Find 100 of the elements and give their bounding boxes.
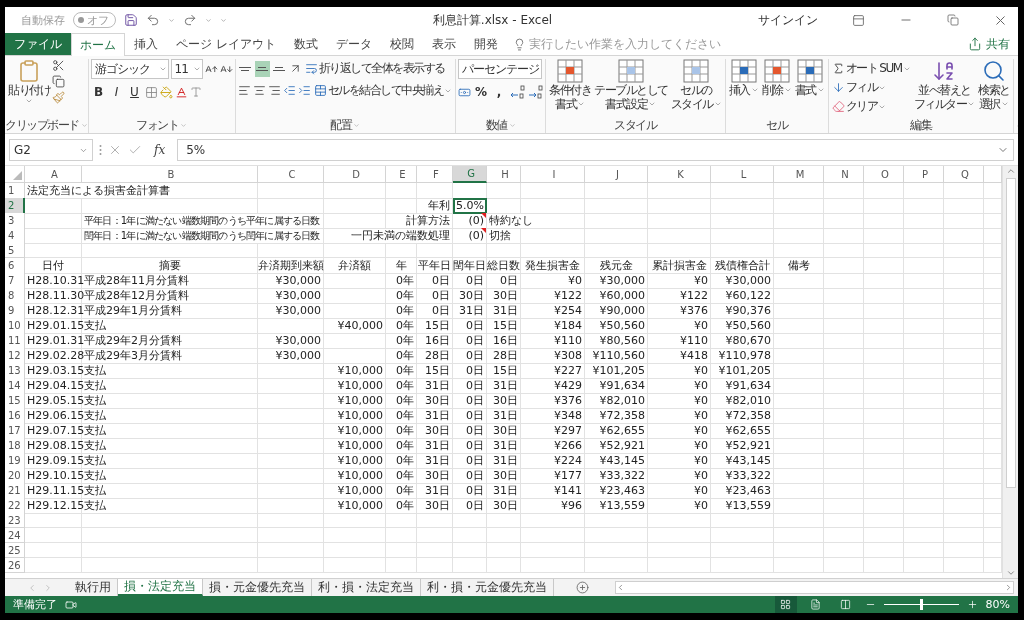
empty-cell[interactable]	[824, 273, 864, 289]
row-header[interactable]: 22	[5, 498, 25, 514]
empty-cell[interactable]	[824, 513, 864, 528]
empty-cell[interactable]	[487, 243, 521, 258]
empty-cell[interactable]	[944, 528, 984, 543]
empty-cell[interactable]	[386, 243, 417, 258]
empty-cell[interactable]	[774, 243, 824, 258]
empty-cell[interactable]	[386, 198, 417, 214]
empty-cell[interactable]	[258, 393, 324, 409]
empty-cell[interactable]	[904, 378, 944, 394]
empty-cell[interactable]	[864, 288, 904, 304]
empty-cell[interactable]	[944, 303, 984, 319]
empty-cell[interactable]	[774, 453, 824, 469]
row-header[interactable]: 5	[5, 243, 25, 258]
empty-cell[interactable]	[774, 393, 824, 409]
row-header[interactable]: 20	[5, 468, 25, 484]
empty-cell[interactable]	[324, 348, 386, 364]
empty-cell[interactable]	[774, 303, 824, 319]
row-header[interactable]: 26	[5, 558, 25, 573]
number-style-button[interactable]: %	[473, 82, 489, 102]
column-header[interactable]: P	[904, 166, 944, 183]
row-header[interactable]: 10	[5, 318, 25, 334]
empty-cell[interactable]	[521, 543, 585, 558]
empty-cell[interactable]	[82, 198, 258, 214]
redo-icon[interactable]	[183, 13, 197, 27]
empty-cell[interactable]	[774, 273, 824, 289]
empty-cell[interactable]	[585, 228, 648, 244]
row-header[interactable]: 17	[5, 423, 25, 439]
empty-cell[interactable]	[944, 408, 984, 424]
empty-cell[interactable]	[648, 513, 711, 528]
dialog-launcher-icon[interactable]	[180, 122, 187, 129]
empty-cell[interactable]	[648, 213, 711, 229]
sign-in-link[interactable]: サインイン	[758, 11, 818, 29]
copy-icon[interactable]	[52, 75, 65, 88]
empty-cell[interactable]	[648, 558, 711, 573]
empty-cell[interactable]	[648, 228, 711, 244]
macro-record-icon[interactable]	[65, 598, 77, 611]
empty-cell[interactable]	[453, 528, 487, 543]
empty-cell[interactable]	[774, 498, 824, 514]
editing-command[interactable]: クリア	[830, 97, 912, 116]
empty-cell[interactable]	[774, 213, 824, 229]
ribbon-tab[interactable]: ホーム	[71, 33, 125, 56]
row-header[interactable]: 3	[5, 213, 25, 229]
empty-cell[interactable]	[864, 528, 904, 543]
empty-cell[interactable]	[824, 408, 864, 424]
empty-cell[interactable]	[324, 333, 386, 349]
empty-cell[interactable]	[864, 228, 904, 244]
empty-cell[interactable]	[864, 348, 904, 364]
empty-cell[interactable]	[904, 288, 944, 304]
ribbon-button[interactable]: テーブルとして 書式設定	[593, 59, 669, 111]
empty-cell[interactable]	[711, 513, 774, 528]
caret-icon[interactable]	[648, 100, 657, 108]
empty-cell[interactable]	[417, 528, 453, 543]
empty-cell[interactable]	[648, 198, 711, 214]
empty-cell[interactable]	[864, 543, 904, 558]
empty-cell[interactable]	[944, 468, 984, 484]
empty-cell[interactable]	[258, 183, 324, 199]
font-style-button[interactable]: B	[90, 82, 107, 102]
empty-cell[interactable]	[82, 543, 258, 558]
column-header[interactable]: A	[25, 166, 82, 183]
empty-cell[interactable]	[944, 543, 984, 558]
empty-cell[interactable]	[824, 498, 864, 514]
empty-cell[interactable]	[324, 528, 386, 543]
empty-cell[interactable]	[864, 363, 904, 379]
empty-cell[interactable]	[864, 468, 904, 484]
row-header[interactable]: 15	[5, 393, 25, 409]
ribbon-tab[interactable]: ファイル	[5, 33, 71, 55]
empty-cell[interactable]	[417, 243, 453, 258]
empty-cell[interactable]	[864, 378, 904, 394]
caret-icon[interactable]	[168, 16, 175, 24]
empty-cell[interactable]	[774, 228, 824, 244]
empty-cell[interactable]	[944, 198, 984, 214]
empty-cell[interactable]	[258, 408, 324, 424]
empty-cell[interactable]	[258, 498, 324, 514]
caret-icon[interactable]	[967, 100, 976, 108]
empty-cell[interactable]	[904, 333, 944, 349]
empty-cell[interactable]	[774, 438, 824, 454]
empty-cell[interactable]	[774, 318, 824, 334]
empty-cell[interactable]	[904, 183, 944, 199]
empty-cell[interactable]	[453, 543, 487, 558]
empty-cell[interactable]	[774, 198, 824, 214]
font-name-select[interactable]: 游ゴシック	[90, 59, 169, 79]
align-left-icon[interactable]	[237, 84, 251, 97]
empty-cell[interactable]	[648, 183, 711, 199]
empty-cell[interactable]	[824, 243, 864, 258]
zoom-in-icon[interactable]	[966, 599, 978, 610]
caret-icon[interactable]	[1000, 100, 1009, 108]
empty-cell[interactable]	[521, 528, 585, 543]
empty-cell[interactable]	[585, 198, 648, 214]
empty-cell[interactable]	[944, 333, 984, 349]
ribbon-button[interactable]: 削除	[760, 59, 793, 97]
empty-cell[interactable]	[864, 198, 904, 214]
empty-cell[interactable]	[774, 363, 824, 379]
empty-cell[interactable]	[824, 198, 864, 214]
row-header[interactable]: 25	[5, 543, 25, 558]
empty-cell[interactable]	[711, 558, 774, 573]
empty-cell[interactable]	[453, 513, 487, 528]
empty-cell[interactable]	[258, 558, 324, 573]
row-header[interactable]: 24	[5, 528, 25, 543]
empty-cell[interactable]	[585, 528, 648, 543]
